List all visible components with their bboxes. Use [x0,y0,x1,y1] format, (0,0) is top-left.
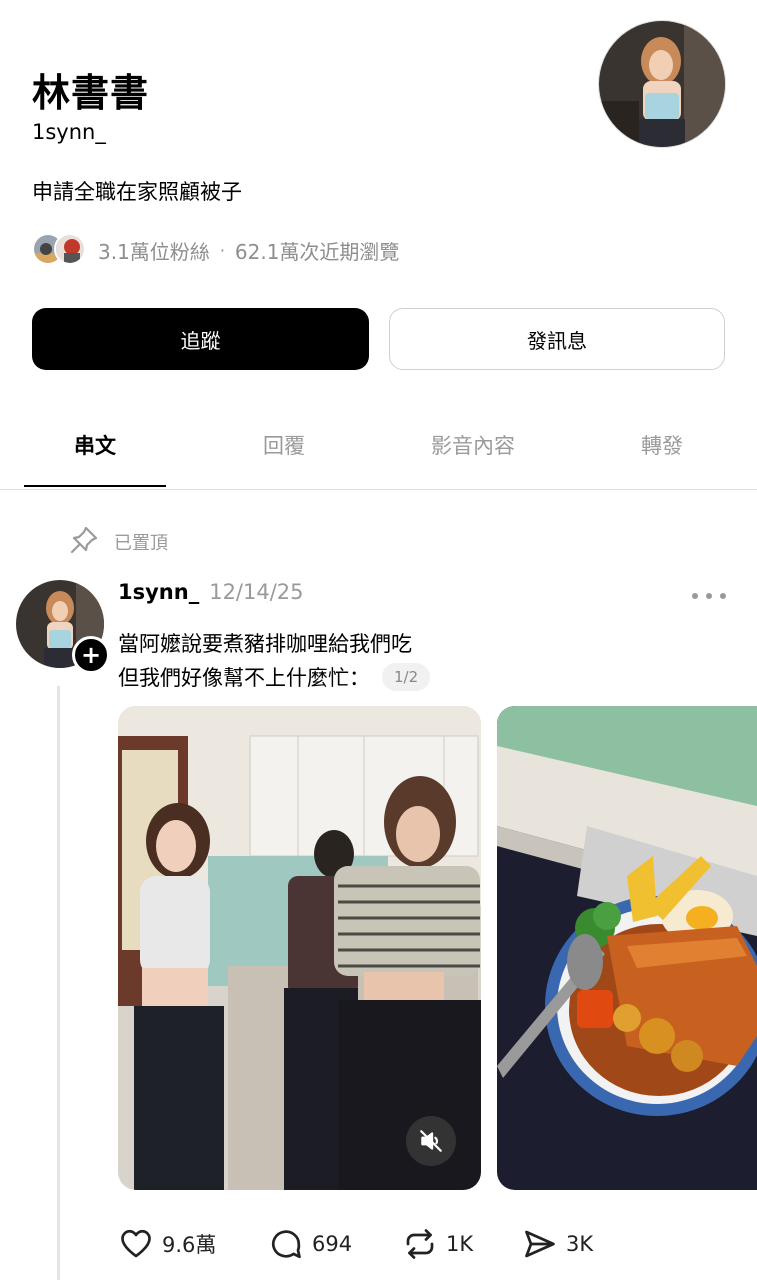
profile-name: 林書書 [32,71,150,115]
post-header: 1synn_ 12/14/25 [118,580,304,604]
pin-icon [68,524,100,560]
active-tab-indicator [24,485,166,487]
profile-tabs: 串文 回覆 影音內容 轉發 [0,402,757,490]
like-button[interactable]: 9.6萬 [118,1222,216,1266]
tab-media[interactable]: 影音內容 [402,402,544,488]
tab-reposts[interactable]: 轉發 [591,402,733,488]
pinned-indicator: 已置頂 [68,524,168,560]
profile-bio: 申請全職在家照顧被子 [32,180,242,204]
message-button[interactable]: 發訊息 [389,308,725,370]
share-button[interactable]: 3K [522,1222,593,1266]
follower-avatars [32,233,90,267]
page-indicator-badge[interactable]: 1/2 [382,663,431,691]
repost-icon [406,1229,434,1259]
comment-button[interactable]: 694 [268,1222,352,1266]
post-actions: 9.6萬 694 1K 3K [118,1222,738,1266]
follow-button[interactable]: 追蹤 [32,308,369,370]
stats-separator: · [219,240,225,260]
follower-avatar [54,233,86,265]
views-count: 62.1萬次近期瀏覽 [234,239,400,264]
pinned-label: 已置頂 [114,533,168,554]
post-video[interactable] [118,706,481,1190]
mute-button[interactable] [406,1116,456,1166]
speaker-muted-icon [420,1130,442,1152]
comment-count: 694 [312,1232,353,1256]
send-icon [525,1230,555,1258]
profile-handle[interactable]: 1synn_ [32,120,106,144]
post-username[interactable]: 1synn_ [118,580,199,604]
like-count: 9.6萬 [162,1233,217,1257]
follow-plus-icon[interactable]: + [72,636,110,674]
post-date: 12/14/25 [209,580,304,604]
post-text-line1: 當阿嬤說要煮豬排咖哩給我們吃 [118,632,412,656]
profile-stats[interactable]: 3.1萬位粉絲 · 62.1萬次近期瀏覽 [32,232,399,268]
repost-count: 1K [446,1232,474,1256]
comment-icon [271,1230,301,1259]
share-count: 3K [566,1232,594,1256]
repost-button[interactable]: 1K [402,1222,473,1266]
thread-line [57,686,60,1280]
followers-count[interactable]: 3.1萬位粉絲 [98,236,210,265]
heart-icon [121,1229,151,1258]
profile-avatar[interactable] [598,20,726,148]
tab-replies[interactable]: 回覆 [213,402,355,488]
post-text-line2: 但我們好像幫不上什麼忙： 1/2 [118,662,431,692]
more-options-icon[interactable] [692,584,726,608]
post-image[interactable] [497,706,757,1190]
post-text: 但我們好像幫不上什麼忙： [118,666,370,690]
tab-threads[interactable]: 串文 [24,402,166,488]
